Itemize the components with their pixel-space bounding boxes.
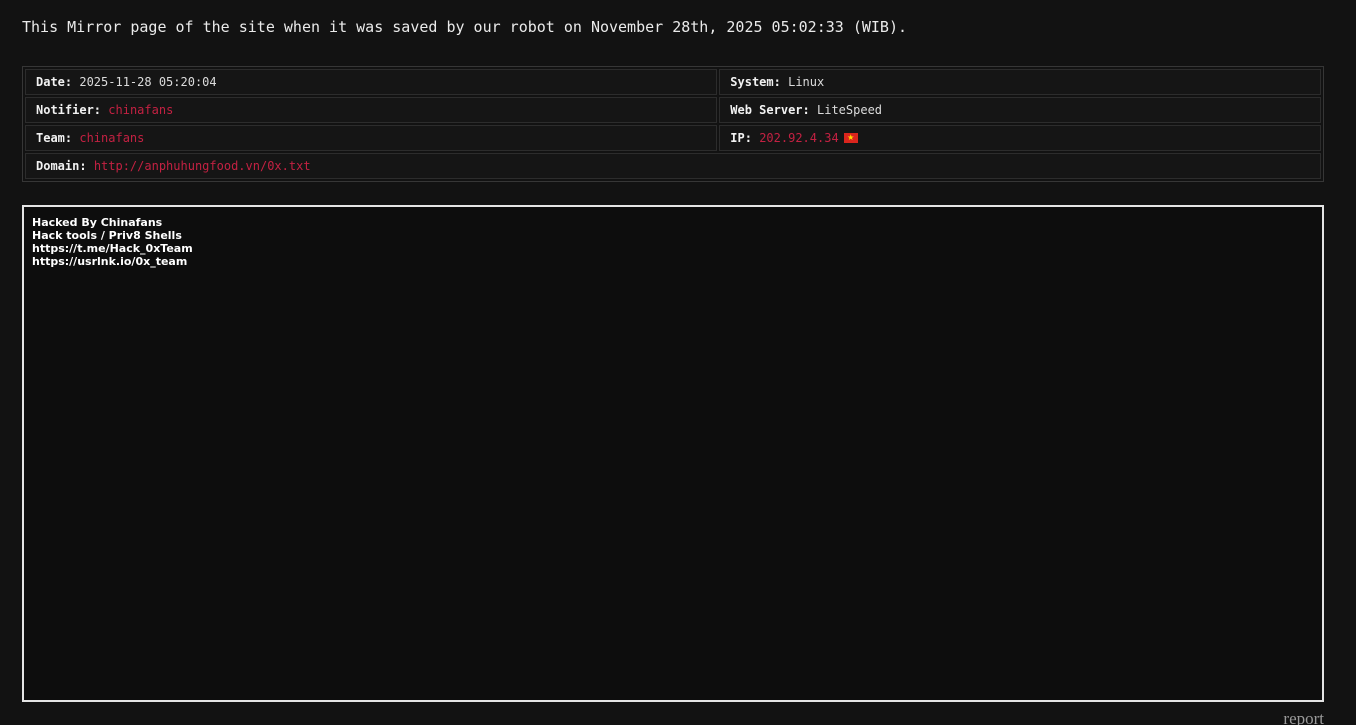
- mirror-saved-note: This Mirror page of the site when it was…: [22, 18, 908, 36]
- team-link[interactable]: chinafans: [79, 131, 144, 145]
- date-value: 2025-11-28 05:20:04: [79, 75, 217, 89]
- table-row-domain: Domain: http://anphuhungfood.vn/0x.txt: [25, 153, 1321, 179]
- ip-label: IP:: [730, 131, 752, 145]
- ip-cell: IP: 202.92.4.34 ★: [719, 125, 1321, 151]
- page-container: This Mirror page of the site when it was…: [0, 0, 1356, 725]
- system-value: Linux: [788, 75, 825, 89]
- system-cell: System: Linux: [719, 69, 1321, 95]
- vietnam-flag-icon: ★: [843, 133, 858, 143]
- deface-line-3: https://t.me/Hack_0xTeam: [32, 242, 193, 255]
- team-label: Team:: [36, 131, 73, 145]
- domain-link[interactable]: http://anphuhungfood.vn/0x.txt: [94, 159, 311, 173]
- system-label: System:: [730, 75, 781, 89]
- domain-label: Domain:: [36, 159, 87, 173]
- date-cell: Date: 2025-11-28 05:20:04: [25, 69, 718, 95]
- ip-link[interactable]: 202.92.4.34: [759, 131, 838, 145]
- table-row-notifier-webserver: Notifier: chinafans Web Server: LiteSpee…: [25, 97, 1321, 123]
- notifier-link[interactable]: chinafans: [108, 103, 173, 117]
- deface-line-1: Hacked By Chinafans: [32, 216, 163, 229]
- date-label: Date:: [36, 75, 73, 89]
- deface-line-4: https://usrlnk.io/0x_team: [32, 255, 188, 268]
- webserver-label: Web Server:: [730, 103, 810, 117]
- footer: report: [22, 709, 1324, 725]
- domain-cell: Domain: http://anphuhungfood.vn/0x.txt: [25, 153, 1321, 179]
- team-cell: Team: chinafans: [25, 125, 718, 151]
- deface-line-2: Hack tools / Priv8 Shells: [32, 229, 182, 242]
- notifier-cell: Notifier: chinafans: [25, 97, 718, 123]
- table-row-date-system: Date: 2025-11-28 05:20:04 System: Linux: [25, 69, 1321, 95]
- mirror-content-frame: Hacked By Chinafans Hack tools / Priv8 S…: [22, 205, 1324, 702]
- report-link[interactable]: report: [1283, 709, 1324, 725]
- webserver-value: LiteSpeed: [817, 103, 883, 117]
- mirror-info-table: Date: 2025-11-28 05:20:04 System: Linux …: [22, 66, 1324, 182]
- notifier-label: Notifier:: [36, 103, 102, 117]
- webserver-cell: Web Server: LiteSpeed: [719, 97, 1321, 123]
- table-row-team-ip: Team: chinafans IP: 202.92.4.34 ★: [25, 125, 1321, 151]
